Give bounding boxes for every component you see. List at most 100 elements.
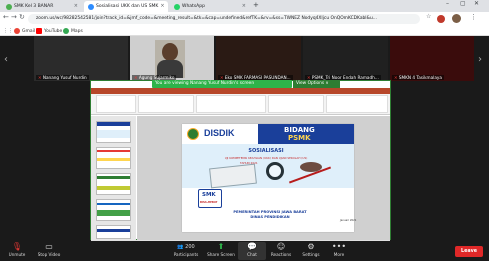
zoom-favicon-icon [88, 3, 94, 10]
participant-tile[interactable]: ✕ Agung Sujarmiko [130, 36, 214, 81]
share-screen-label: Share Screen [207, 252, 235, 257]
close-icon[interactable]: × [242, 1, 246, 12]
leave-label: Leave [461, 249, 477, 254]
url-field[interactable]: zoom.us/wc/98282542581/join?track_id=&jm… [28, 14, 420, 24]
slide-footer: PEMERINTAH PROVINSI JAWA BARAT DINAS PEN… [190, 210, 350, 220]
slide-thumbnail[interactable] [96, 199, 131, 221]
maps-icon [63, 28, 69, 34]
browser-tab-active[interactable]: Sosialisasi UKK dan US SMK × [84, 1, 168, 12]
view-options-label: View Options ∨ [296, 81, 329, 86]
slide-year: TAHUN 2021 [240, 161, 258, 165]
bidang-text: BIDANG [284, 126, 315, 134]
bidang-psmk-header: BIDANG PSMK [258, 124, 354, 144]
viewing-screen-banner: You are viewing Nanang Yusuf Nurdin's sc… [152, 80, 292, 88]
chat-icon: 💬 [247, 242, 257, 251]
smk-bisa-hebat-badge: SMK BISA-HEBAT [198, 189, 222, 208]
participant-face [162, 43, 178, 61]
tab-title: Sosialisasi UKK dan US SMK [96, 4, 159, 9]
magnifier-illustration [266, 162, 284, 180]
participant-tile[interactable]: ✕ Nanang Yusuf Nurdin [34, 36, 128, 81]
badge-line1: SMK [202, 192, 216, 198]
ribbon-group [326, 95, 388, 113]
forward-icon[interactable]: → [11, 13, 17, 21]
unmute-button[interactable]: 🎙 Unmute [2, 242, 32, 260]
ribbon-group [196, 95, 266, 113]
settings-label: Settings [302, 252, 320, 257]
bookmark-item[interactable]: Gmail [14, 26, 35, 36]
new-tab-icon[interactable]: + [253, 1, 259, 9]
close-icon[interactable]: × [160, 1, 164, 12]
bookmark-item[interactable]: Maps [63, 26, 83, 36]
bookmark-label: Gmail [22, 28, 36, 34]
slide-subtitle: UJI KOMPETENSI KEAHLIAN (UKK) DAN UJIAN … [224, 156, 308, 160]
stop-video-button[interactable]: ▭ Stop Video [32, 242, 66, 260]
slide-thumbnail[interactable] [96, 147, 131, 169]
participant-video [155, 40, 185, 78]
browser-tab[interactable]: SMK Kel 3 BANAR × [2, 1, 82, 12]
powerpoint-titlebar [91, 88, 390, 94]
participant-tile[interactable]: ✕ PSMK_Tri Noor Endah Ramadh... [303, 36, 388, 81]
muted-mic-icon: ✕ [394, 75, 398, 80]
jabar-emblem-icon [187, 128, 199, 140]
badge-line2: BISA-HEBAT [200, 201, 218, 204]
psmk-text: PSMK [288, 134, 311, 142]
reload-icon[interactable]: ↻ [19, 13, 25, 21]
participants-button[interactable]: 👥 200 Participants [168, 242, 204, 260]
extension-icon[interactable] [437, 15, 445, 23]
chat-button[interactable]: 💬 Chat [238, 242, 266, 260]
close-icon[interactable]: × [74, 1, 78, 12]
reactions-label: Reactions [270, 252, 292, 257]
gallery-next-icon[interactable]: › [478, 54, 482, 65]
chat-label: Chat [247, 252, 257, 257]
settings-button[interactable]: ⚙ Settings [296, 242, 326, 260]
minimize-icon[interactable]: – [446, 0, 449, 7]
reactions-button[interactable]: ☺ Reactions [266, 242, 296, 260]
browser-menu-icon[interactable]: ⋮ [470, 13, 477, 21]
slide-date: Januari 2021 [340, 219, 357, 222]
whatsapp-favicon-icon [174, 3, 180, 10]
participants-label: Participants [173, 252, 199, 257]
participant-name: ✕ Nanang Yusuf Nurdin [36, 75, 89, 80]
disdik-logo: DISDIK [204, 128, 235, 138]
tab-title: SMK Kel 3 BANAR [14, 4, 54, 9]
more-button[interactable]: ••• More [324, 242, 354, 260]
reactions-icon: ☺ [276, 242, 286, 251]
participant-tile[interactable]: ✕ SMKN 4 Tasikmalaya [390, 36, 474, 81]
footer-line2: DINAS PENDIDIKAN [250, 215, 290, 219]
bookmark-label: Maps [71, 28, 83, 34]
browser-tab[interactable]: WhatsApp × [170, 1, 250, 12]
ribbon-group [268, 95, 324, 113]
slide-title: SOSIALISASI [248, 148, 284, 154]
window-close-icon[interactable]: ✕ [474, 0, 479, 7]
avatar[interactable] [452, 14, 461, 23]
bookmark-item[interactable]: YouTube [36, 26, 62, 36]
gmail-icon [14, 28, 20, 34]
share-screen-icon: ⬆ [217, 242, 225, 251]
leave-button[interactable]: Leave [455, 246, 483, 257]
slide-thumbnail[interactable] [96, 225, 131, 239]
participant-tile[interactable]: ✕ Eko SMK FARMASI PASUNDAN... [216, 36, 301, 81]
slide-thumbnail[interactable] [96, 173, 131, 195]
disdik-header: DISDIK [182, 124, 258, 144]
muted-mic-icon: ✕ [38, 75, 42, 80]
banner-text: You are viewing Nanang Yusuf Nurdin's sc… [155, 81, 255, 86]
slide-thumbnail[interactable] [96, 121, 131, 143]
share-screen-button[interactable]: ⬆ Share Screen [205, 242, 237, 260]
bookmark-label: YouTube [44, 28, 63, 34]
back-icon[interactable]: ← [3, 13, 9, 21]
bookmark-star-icon[interactable]: ☆ [426, 13, 431, 20]
stop-video-label: Stop Video [37, 252, 61, 257]
more-label: More [333, 252, 345, 257]
apps-icon[interactable]: ⋮⋮ [3, 28, 13, 34]
participant-name: ✕ SMKN 4 Tasikmalaya [392, 75, 444, 80]
view-options-button[interactable]: View Options ∨ [293, 80, 340, 88]
maximize-icon[interactable]: ▢ [460, 0, 466, 7]
gear-icon: ⚙ [307, 242, 315, 251]
unmute-label: Unmute [8, 252, 26, 257]
document-illustration [209, 163, 257, 189]
participants-icon: 👥 200 [177, 244, 195, 250]
ribbon-group [138, 95, 194, 113]
gallery-prev-icon[interactable]: ‹ [4, 54, 8, 65]
participants-count: 200 [185, 244, 195, 250]
video-camera-icon: ▭ [45, 242, 53, 251]
